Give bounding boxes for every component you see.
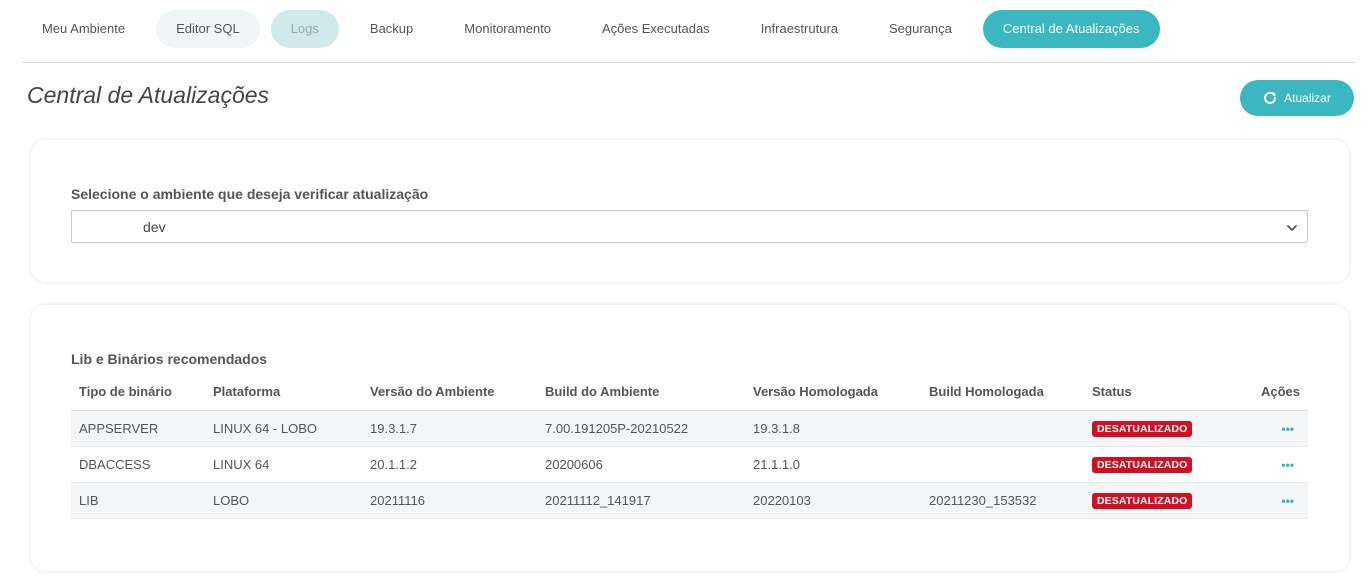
tab-backup[interactable]: Backup bbox=[350, 10, 433, 48]
column-header-acoes: Ações bbox=[1224, 374, 1308, 411]
cell-build-ambiente: 20200606 bbox=[537, 446, 745, 483]
refresh-icon bbox=[1263, 91, 1277, 105]
table-row: DBACCESS LINUX 64 20.1.1.2 20200606 21.1… bbox=[71, 446, 1308, 483]
cell-build-homologada bbox=[921, 446, 1084, 483]
cell-versao-ambiente: 19.3.1.7 bbox=[362, 410, 537, 447]
main-tabs: Meu Ambiente Editor SQL Logs Backup Moni… bbox=[22, 10, 1171, 48]
cell-tipo: DBACCESS bbox=[71, 446, 205, 483]
cell-versao-ambiente: 20.1.1.2 bbox=[362, 446, 537, 483]
tab-monitoramento[interactable]: Monitoramento bbox=[444, 10, 571, 48]
cell-build-homologada: 20211230_153532 bbox=[921, 482, 1084, 519]
cell-status: DESATUALIZADO bbox=[1084, 446, 1224, 483]
more-actions-icon[interactable]: ••• bbox=[1281, 422, 1300, 436]
cell-build-ambiente: 7.00.191205P-20210522 bbox=[537, 410, 745, 447]
table-row: APPSERVER LINUX 64 - LOBO 19.3.1.7 7.00.… bbox=[71, 410, 1308, 447]
column-header-build-homologada: Build Homologada bbox=[921, 374, 1084, 411]
status-badge: DESATUALIZADO bbox=[1092, 492, 1193, 509]
cell-acoes: ••• bbox=[1224, 410, 1308, 447]
cell-versao-homologada: 20220103 bbox=[745, 482, 921, 519]
tabs-divider bbox=[22, 62, 1356, 63]
page-title: Central de Atualizações bbox=[27, 82, 270, 108]
tab-meu-ambiente[interactable]: Meu Ambiente bbox=[22, 10, 145, 48]
libs-title: Lib e Binários recomendados bbox=[71, 351, 268, 367]
column-header-tipo: Tipo de binário bbox=[71, 374, 205, 411]
column-header-plataforma: Plataforma bbox=[205, 374, 362, 411]
cell-acoes: ••• bbox=[1224, 446, 1308, 483]
column-header-status: Status bbox=[1084, 374, 1224, 411]
tab-editor-sql[interactable]: Editor SQL bbox=[156, 10, 260, 48]
table-row: LIB LOBO 20211116 20211112_141917 202201… bbox=[71, 482, 1308, 519]
cell-tipo: LIB bbox=[71, 482, 205, 519]
environment-card: Selecione o ambiente que deseja verifica… bbox=[31, 140, 1349, 282]
status-badge: DESATUALIZADO bbox=[1092, 456, 1193, 473]
libs-table: Tipo de binário Plataforma Versão do Amb… bbox=[71, 374, 1308, 519]
more-actions-icon[interactable]: ••• bbox=[1281, 458, 1300, 472]
tab-acoes-executadas[interactable]: Ações Executadas bbox=[582, 10, 730, 48]
cell-status: DESATUALIZADO bbox=[1084, 482, 1224, 519]
cell-build-homologada bbox=[921, 410, 1084, 447]
refresh-button[interactable]: Atualizar bbox=[1240, 80, 1354, 116]
more-actions-icon[interactable]: ••• bbox=[1281, 494, 1300, 508]
table-header-row: Tipo de binário Plataforma Versão do Amb… bbox=[71, 374, 1308, 411]
cell-plataforma: LINUX 64 - LOBO bbox=[205, 410, 362, 447]
environment-label: Selecione o ambiente que deseja verifica… bbox=[71, 186, 429, 202]
cell-acoes: ••• bbox=[1224, 482, 1308, 519]
cell-plataforma: LINUX 64 bbox=[205, 446, 362, 483]
environment-select[interactable]: dev bbox=[71, 210, 1308, 243]
column-header-versao-homologada: Versão Homologada bbox=[745, 374, 921, 411]
column-header-build-ambiente: Build do Ambiente bbox=[537, 374, 745, 411]
tab-central-de-atualizacoes[interactable]: Central de Atualizações bbox=[982, 10, 1160, 48]
status-badge: DESATUALIZADO bbox=[1092, 420, 1193, 437]
tab-infraestrutura[interactable]: Infraestrutura bbox=[741, 10, 858, 48]
cell-versao-ambiente: 20211116 bbox=[362, 482, 537, 519]
column-header-versao-ambiente: Versão do Ambiente bbox=[362, 374, 537, 411]
cell-status: DESATUALIZADO bbox=[1084, 410, 1224, 447]
cell-build-ambiente: 20211112_141917 bbox=[537, 482, 745, 519]
tab-logs[interactable]: Logs bbox=[270, 10, 339, 48]
refresh-button-label: Atualizar bbox=[1284, 91, 1331, 105]
cell-versao-homologada: 21.1.1.0 bbox=[745, 446, 921, 483]
environment-selected-value: dev bbox=[143, 218, 166, 235]
cell-plataforma: LOBO bbox=[205, 482, 362, 519]
libs-card: Lib e Binários recomendados Tipo de biná… bbox=[31, 305, 1349, 571]
tab-seguranca[interactable]: Segurança bbox=[869, 10, 972, 48]
cell-tipo: APPSERVER bbox=[71, 410, 205, 447]
cell-versao-homologada: 19.3.1.8 bbox=[745, 410, 921, 447]
chevron-down-icon bbox=[1286, 221, 1298, 233]
